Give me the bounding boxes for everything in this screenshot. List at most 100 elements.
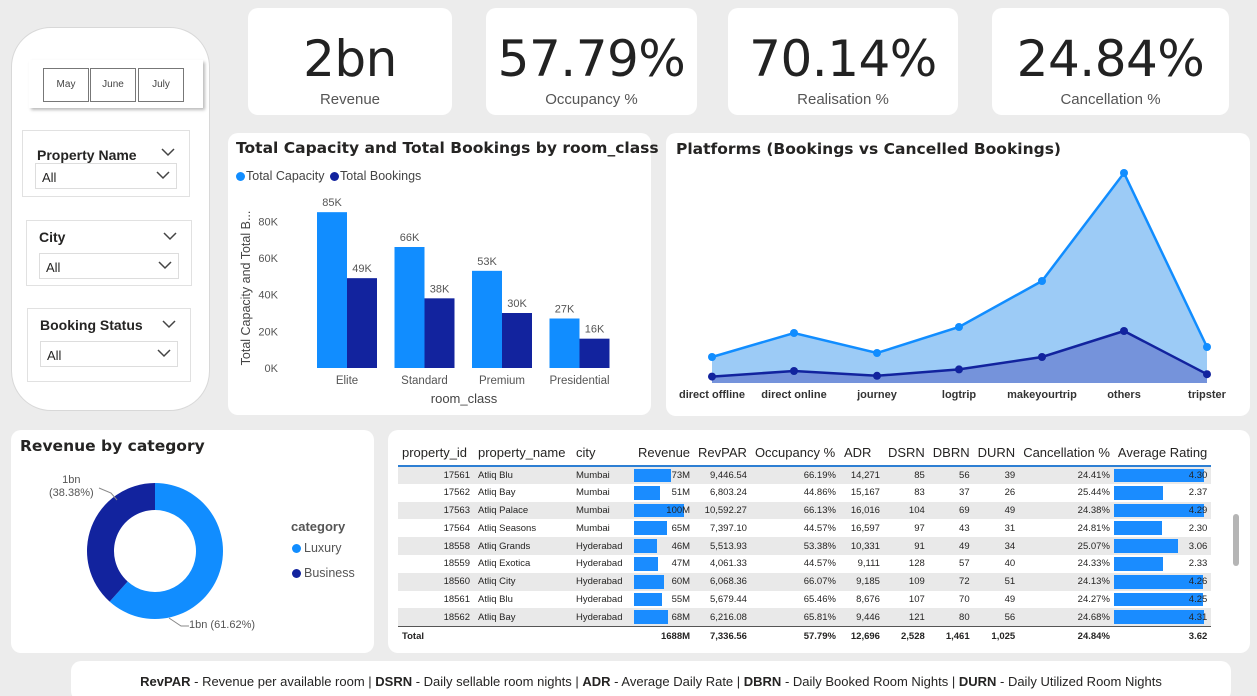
donut-label-luxury: 1bn (61.62%): [189, 619, 256, 631]
month-button-june[interactable]: June: [90, 68, 136, 102]
cell-value: 2.30: [1188, 522, 1208, 534]
table-cell: 65.46%: [803, 593, 836, 605]
data-point: [955, 323, 963, 331]
table-cell: 6,803.24: [709, 487, 747, 499]
data-label: 16K: [585, 324, 605, 336]
table-cell: 70: [959, 593, 970, 605]
x-tick-label: others: [1107, 389, 1141, 401]
cell-value: 100M: [666, 504, 691, 516]
table-cell: 24.81%: [1077, 522, 1110, 534]
table-cell: 24.13%: [1019, 572, 1114, 591]
glossary-term: DBRN: [743, 674, 782, 689]
bar-capacity: [394, 247, 425, 368]
column-header[interactable]: city: [572, 440, 634, 466]
y-tick-label: 40K: [258, 290, 278, 302]
cell-value: 4.29: [1188, 504, 1208, 516]
table-cell: 97: [914, 522, 925, 534]
glossary-term: DURN: [958, 674, 997, 689]
booking-status-dropdown[interactable]: All: [40, 341, 178, 367]
table-cell: 2.33: [1113, 555, 1211, 573]
column-header[interactable]: DSRN: [884, 440, 929, 466]
column-header[interactable]: DURN: [974, 440, 1020, 466]
column-header[interactable]: Revenue: [634, 440, 694, 466]
total-cell: 1,025: [973, 625, 1020, 647]
column-header[interactable]: ADR: [840, 440, 884, 466]
month-button-may[interactable]: May: [43, 68, 89, 102]
table-cell: 51: [973, 572, 1020, 591]
chevron-down-icon[interactable]: [162, 319, 176, 329]
kpi-label: Realisation %: [797, 91, 889, 108]
table-cell: 18560: [398, 572, 474, 591]
x-tick-label: journey: [856, 389, 898, 401]
table-row[interactable]: 17563 Atliq Palace Mumbai 100M 10,592.27 66.1…: [398, 501, 1212, 520]
table-cell: 66.13%: [750, 501, 840, 520]
chevron-down-icon: [158, 261, 172, 270]
table-cell: 2.30: [1113, 519, 1211, 537]
table-cell: 24.33%: [1077, 558, 1110, 570]
table-cell: 44.86%: [803, 487, 836, 499]
glossary-definition: - Daily Utilized Room Nights: [996, 674, 1162, 689]
revenue-databar: [634, 521, 667, 536]
table-cell: 49: [1004, 593, 1016, 605]
table-cell: 9,111: [857, 558, 880, 570]
table-row[interactable]: 18560 Atliq City Hyderabad 60M 6,068.36 66.07…: [398, 572, 1212, 591]
column-header[interactable]: property_id: [398, 440, 474, 466]
table-cell: 44.57%: [803, 558, 836, 570]
table-cell: 5,513.93: [694, 537, 751, 555]
table-row[interactable]: 17562 Atliq Bay Mumbai 51M 6,803.24 44.86% 15,…: [398, 484, 1211, 502]
bar-bookings: [424, 298, 455, 368]
table-cell: 56: [973, 608, 1020, 627]
total-cell: [572, 625, 634, 647]
legend-item-luxury[interactable]: Luxury: [292, 541, 342, 555]
table-cell: 37: [959, 487, 970, 499]
rating-databar: [1113, 521, 1162, 536]
x-tick-label: logtrip: [942, 389, 976, 401]
kpi-value: 24.84%: [1016, 30, 1205, 88]
column-header[interactable]: RevPAR: [694, 440, 751, 466]
table-cell: Hyderabad: [576, 593, 623, 605]
legend-item-business[interactable]: Business: [292, 566, 355, 580]
table-cell: 17564: [443, 522, 470, 534]
kpi-label: Revenue: [319, 91, 381, 108]
column-header[interactable]: Cancellation %: [1019, 440, 1114, 466]
table-cell: Atliq Blu: [478, 593, 513, 605]
chevron-down-icon[interactable]: [161, 147, 175, 157]
data-label: 85K: [322, 197, 342, 209]
table-row[interactable]: 18559 Atliq Exotica Hyderabad 47M 4,061.33 44…: [398, 555, 1211, 573]
bar-bookings: [347, 278, 377, 368]
column-header[interactable]: property_name: [474, 440, 572, 466]
table-scrollbar[interactable]: [1233, 514, 1239, 566]
column-header[interactable]: Average Rating: [1114, 440, 1211, 466]
slicer-property-name: Property Name All: [22, 130, 190, 197]
cell-value: 2.37: [1188, 487, 1208, 499]
table-cell: 4.25: [1113, 591, 1211, 609]
month-button-july[interactable]: July: [138, 68, 184, 102]
table-row[interactable]: 18558 Atliq Grands Hyderabad 46M 5,513.93 53.…: [398, 537, 1212, 555]
table-row[interactable]: 18561 Atliq Blu Hyderabad 55M 5,679.44 65.46%…: [398, 591, 1211, 609]
table-row[interactable]: 17564 Atliq Seasons Mumbai 65M 7,397.10 44.57…: [398, 519, 1211, 537]
table-row[interactable]: 17561 Atliq Blu Mumbai 73M 9,446.54 66.19% 14,…: [398, 465, 1212, 484]
glossary-term: DSRN: [375, 674, 413, 689]
kpi-occupancy-card: 57.79% Occupancy %: [486, 8, 697, 115]
cell-value: 65M: [671, 522, 691, 534]
column-header[interactable]: Occupancy %: [751, 440, 840, 466]
chevron-down-icon[interactable]: [163, 231, 177, 241]
revenue-databar: [634, 574, 664, 589]
table-cell: 43: [959, 522, 970, 534]
dropdown-value: All: [47, 348, 62, 363]
table-cell: 25.07%: [1019, 537, 1114, 555]
slicer-city: City All: [26, 220, 192, 286]
table-cell: 57: [959, 558, 970, 570]
cell-value: 51M: [671, 487, 691, 499]
cell-value: 47M: [671, 558, 691, 570]
city-dropdown[interactable]: All: [39, 253, 179, 279]
data-label: 66K: [400, 232, 420, 244]
data-point: [873, 371, 881, 380]
table-row[interactable]: 18562 Atliq Bay Hyderabad 68M 6,216.08 65.81%…: [398, 608, 1212, 627]
property-name-dropdown[interactable]: All: [35, 163, 177, 189]
table-cell: Hyderabad: [572, 608, 634, 627]
table-cell: Atliq Bay: [474, 608, 572, 627]
table-cell: 2.37: [1113, 484, 1211, 502]
column-header[interactable]: DBRN: [929, 440, 974, 466]
cell-value: 2.33: [1188, 558, 1208, 570]
